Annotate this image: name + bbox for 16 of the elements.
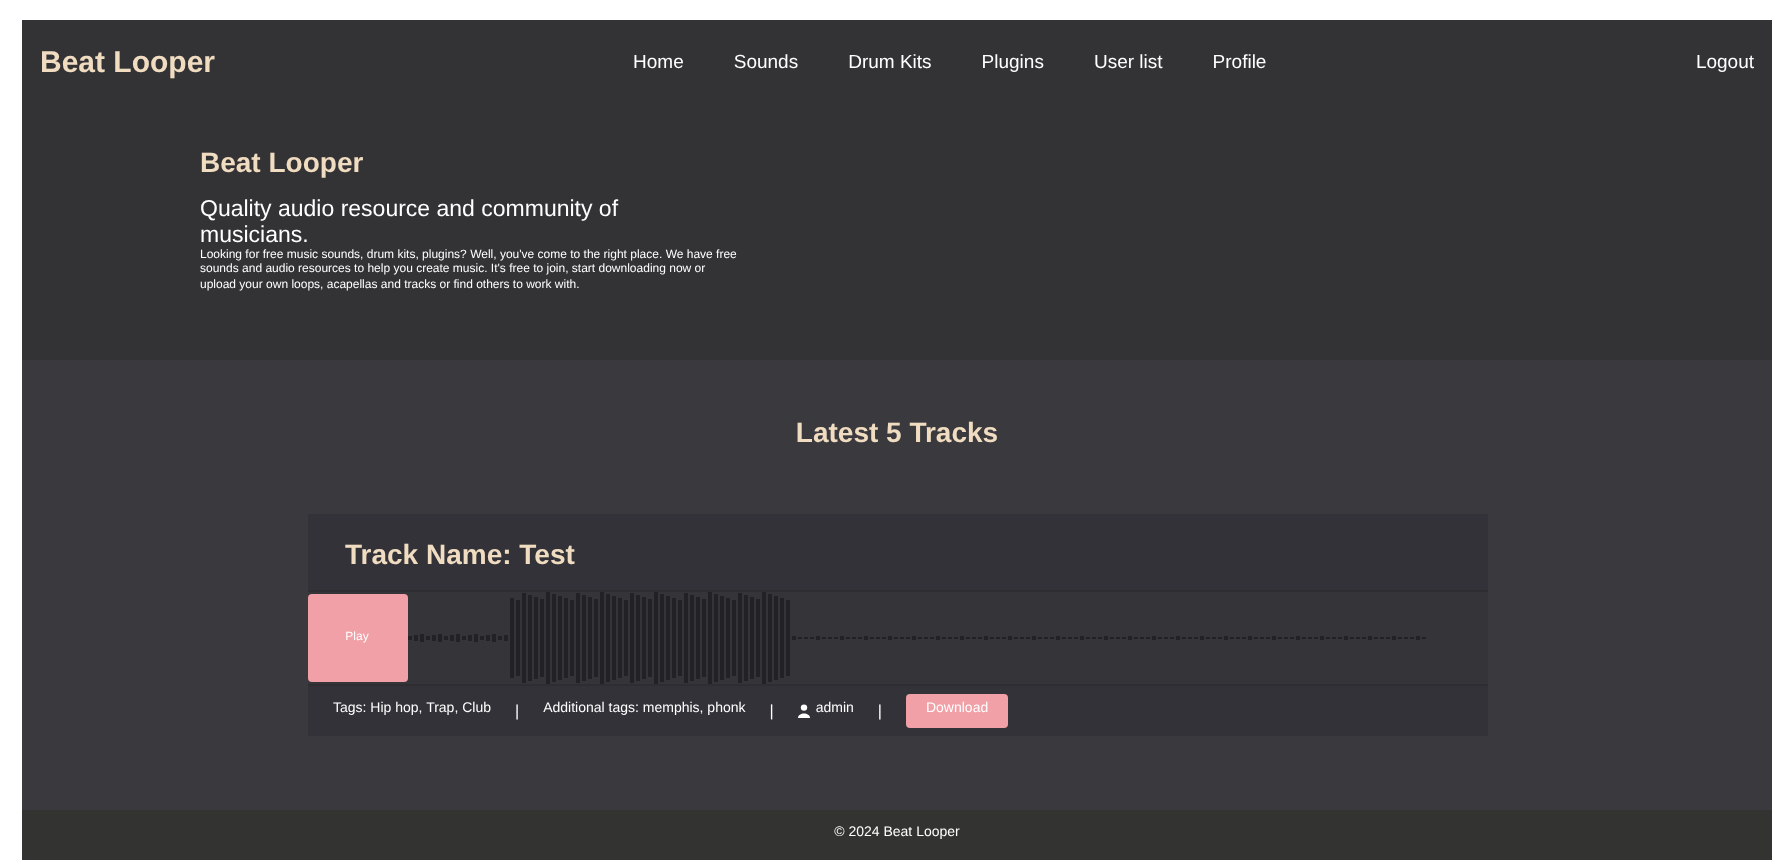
nav-link[interactable]: Drum Kits (848, 50, 932, 80)
hero-subtitle: Quality audio resource and community of musicians. (200, 197, 621, 249)
brand-logo[interactable]: Beat Looper (40, 42, 216, 88)
logout-link[interactable]: Logout (1695, 50, 1754, 80)
user-icon (797, 704, 810, 718)
nav-link[interactable]: Profile (1212, 50, 1267, 80)
separator: | (769, 699, 774, 723)
hero-title: Beat Looper (200, 146, 366, 181)
nav-link[interactable]: User list (1093, 50, 1163, 80)
separator: | (877, 699, 882, 723)
nav-link[interactable]: Plugins (981, 50, 1044, 80)
section-title: Latest 5 Tracks (795, 414, 999, 452)
nav-link[interactable]: Sounds (733, 50, 799, 80)
nav-link[interactable]: Home (633, 50, 684, 80)
track-title: Track Name: Test (343, 536, 577, 574)
separator: | (515, 699, 520, 723)
